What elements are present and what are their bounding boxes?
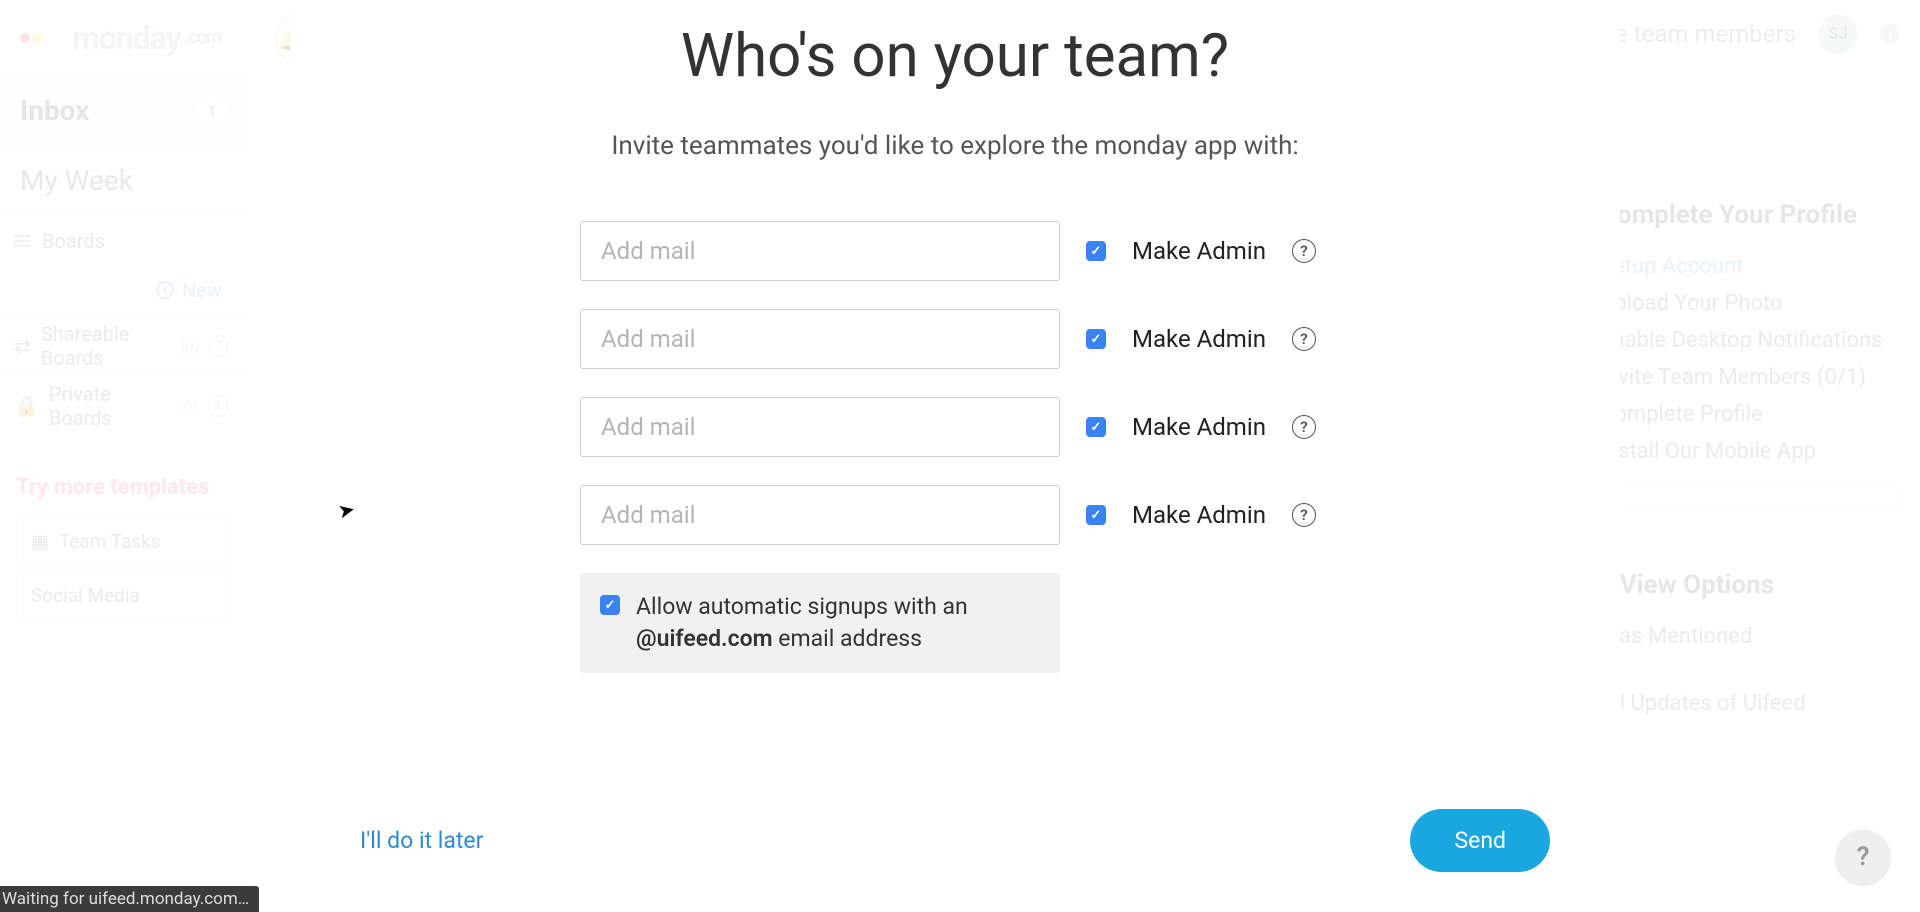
auto-signup-box: ✓ Allow automatic signups with an @uifee… bbox=[580, 573, 1060, 673]
nav-private-label: Private Boards bbox=[49, 382, 169, 430]
email-field[interactable] bbox=[580, 309, 1060, 369]
logo-row: monday.com 🔔 bbox=[0, 0, 246, 75]
template-item[interactable]: Social Media bbox=[16, 572, 230, 618]
view-options-title: x View Options bbox=[1600, 570, 1900, 600]
help-icon[interactable]: ? bbox=[1292, 239, 1316, 263]
view-options-panel: x View Options Was Mentioned All Updates… bbox=[1600, 570, 1900, 716]
make-admin-checkbox[interactable]: ✓ bbox=[1086, 329, 1106, 349]
auto-signup-text: Allow automatic signups with an @uifeed.… bbox=[636, 591, 1040, 655]
invite-row: ✓ Make Admin ? bbox=[480, 397, 1430, 457]
nav-shareable-label: Shareable Boards bbox=[41, 322, 171, 370]
hamburger-icon bbox=[14, 235, 30, 247]
auto-signup-checkbox[interactable]: ✓ bbox=[600, 595, 620, 615]
profile-item[interactable]: Invite Team Members (0/1) bbox=[1600, 365, 1900, 390]
nav-shareable-count: (0) bbox=[181, 337, 200, 355]
help-fab[interactable]: ? bbox=[1836, 830, 1890, 884]
profile-item[interactable]: Enable Desktop Notifications bbox=[1600, 328, 1900, 353]
nav-inbox[interactable]: Inbox 1 bbox=[0, 75, 246, 145]
lock-icon: 🔒 bbox=[14, 394, 39, 418]
profile-title: Complete Your Profile bbox=[1600, 200, 1900, 230]
email-field[interactable] bbox=[580, 221, 1060, 281]
templates-box: Try more templates ▦ Team Tasks Social M… bbox=[16, 475, 230, 618]
invite-row: ✓ Make Admin ? bbox=[480, 221, 1430, 281]
nav-boards[interactable]: Boards bbox=[0, 215, 246, 265]
nav-new-label: New bbox=[182, 278, 222, 302]
browser-status-bar: Waiting for uifeed.monday.com… bbox=[0, 886, 259, 912]
send-button[interactable]: Send bbox=[1410, 809, 1550, 872]
nav-private-boards[interactable]: 🔒 Private Boards (0) ? bbox=[0, 375, 246, 435]
share-icon: ⇄ bbox=[14, 334, 31, 358]
sidebar: monday.com 🔔 Inbox 1 My Week Boards + Ne… bbox=[0, 0, 247, 912]
make-admin-label: Make Admin bbox=[1132, 413, 1266, 441]
invite-row: ✓ Make Admin ? bbox=[480, 485, 1430, 545]
modal-subtitle: Invite teammates you'd like to explore t… bbox=[480, 131, 1430, 161]
nav-private-count: (0) bbox=[179, 397, 198, 415]
make-admin-label: Make Admin bbox=[1132, 501, 1266, 529]
help-icon[interactable]: ? bbox=[1292, 415, 1316, 439]
templates-title: Try more templates bbox=[16, 475, 230, 500]
nav-new[interactable]: + New bbox=[0, 265, 246, 315]
logo-text: monday.com bbox=[72, 19, 221, 57]
modal-footer: I'll do it later Send bbox=[290, 809, 1620, 872]
make-admin-checkbox[interactable]: ✓ bbox=[1086, 505, 1106, 525]
chevron-down-icon[interactable]: ▾ bbox=[1880, 24, 1900, 44]
make-admin-label: Make Admin bbox=[1132, 237, 1266, 265]
profile-panel: Complete Your Profile Setup Account Uplo… bbox=[1600, 200, 1900, 728]
inbox-badge: 1 bbox=[198, 96, 226, 124]
nav-myweek[interactable]: My Week bbox=[0, 145, 246, 215]
plus-icon: + bbox=[156, 281, 174, 299]
help-icon[interactable]: ? bbox=[209, 335, 228, 357]
email-field[interactable] bbox=[580, 397, 1060, 457]
avatar[interactable]: SJ bbox=[1818, 14, 1858, 54]
help-icon[interactable]: ? bbox=[208, 395, 228, 417]
make-admin-label: Make Admin bbox=[1132, 325, 1266, 353]
make-admin-checkbox[interactable]: ✓ bbox=[1086, 241, 1106, 261]
invite-row: ✓ Make Admin ? bbox=[480, 309, 1430, 369]
profile-item[interactable]: Upload Your Photo bbox=[1600, 291, 1900, 316]
logo-icon bbox=[20, 33, 42, 43]
template-item-label: Team Tasks bbox=[59, 530, 161, 553]
modal-title: Who's on your team? bbox=[480, 20, 1430, 91]
nav-myweek-label: My Week bbox=[20, 164, 133, 197]
help-icon[interactable]: ? bbox=[1292, 327, 1316, 351]
later-button[interactable]: I'll do it later bbox=[360, 827, 483, 854]
nav-boards-label: Boards bbox=[42, 229, 105, 253]
profile-progress bbox=[1600, 484, 1900, 510]
profile-item[interactable]: Complete Profile bbox=[1600, 402, 1900, 427]
view-option-item[interactable]: Was Mentioned bbox=[1600, 624, 1900, 649]
view-option-item[interactable]: All Updates of Uifeed bbox=[1600, 691, 1900, 716]
template-item-label: Social Media bbox=[31, 584, 140, 607]
profile-item[interactable]: Install Our Mobile App bbox=[1600, 439, 1900, 464]
nav-shareable-boards[interactable]: ⇄ Shareable Boards (0) ? bbox=[0, 315, 246, 375]
email-field[interactable] bbox=[580, 485, 1060, 545]
board-icon: ▦ bbox=[31, 530, 49, 553]
make-admin-checkbox[interactable]: ✓ bbox=[1086, 417, 1106, 437]
help-icon[interactable]: ? bbox=[1292, 503, 1316, 527]
invite-modal: Who's on your team? Invite teammates you… bbox=[290, 0, 1620, 912]
profile-item[interactable]: Setup Account bbox=[1600, 254, 1900, 279]
template-item[interactable]: ▦ Team Tasks bbox=[16, 518, 230, 564]
nav-inbox-label: Inbox bbox=[20, 94, 89, 127]
